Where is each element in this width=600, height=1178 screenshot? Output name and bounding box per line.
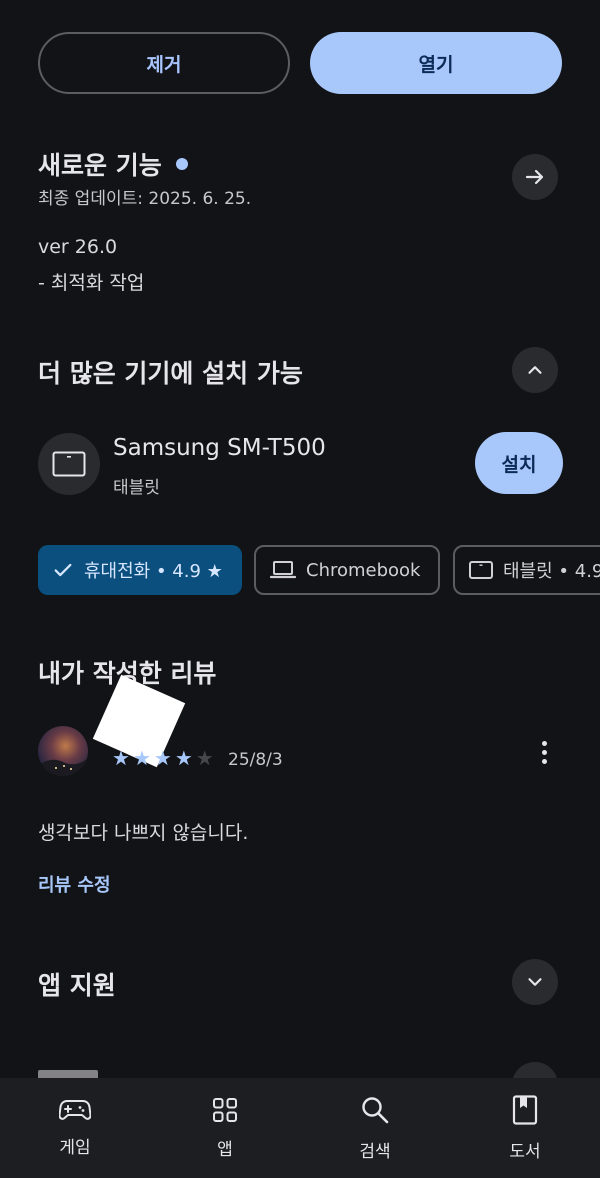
open-button[interactable]: 열기 — [310, 32, 562, 94]
whats-new-header: 새로운 기능 — [38, 146, 188, 182]
chip-chromebook[interactable]: Chromebook — [254, 545, 440, 595]
rating-stars: ★ ★ ★ ★ ★ — [112, 748, 214, 768]
more-vert-icon — [541, 740, 547, 764]
more-devices-title: 더 많은 기기에 설치 가능 — [38, 359, 303, 388]
nav-search[interactable]: 검색 — [300, 1078, 450, 1178]
device-name: Samsung SM-T500 — [113, 435, 326, 461]
new-indicator-dot — [175, 158, 188, 170]
star-icon: ★ — [132, 746, 151, 770]
apps-grid-icon — [213, 1097, 237, 1122]
nav-books[interactable]: 도서 — [450, 1078, 600, 1178]
chevron-up-icon — [528, 366, 542, 374]
chevron-down-icon — [528, 978, 542, 986]
search-icon — [362, 1096, 389, 1123]
edit-review-link[interactable]: 리뷰 수정 — [38, 871, 111, 897]
collapse-button[interactable] — [512, 347, 558, 393]
nav-games-label: 게임 — [59, 1137, 91, 1158]
chip-tablet[interactable]: 태블릿 • 4.9 — [453, 545, 600, 595]
install-button[interactable]: 설치 — [475, 432, 563, 494]
star-empty-icon: ★ — [195, 746, 214, 770]
last-updated: 최종 업데이트: 2025. 6. 25. — [38, 189, 252, 209]
app-support-title: 앱 지원 — [38, 971, 116, 1000]
device-icon-circle — [38, 433, 100, 495]
star-icon: ★ — [174, 746, 193, 770]
uninstall-button[interactable]: 제거 — [38, 32, 290, 94]
chip-phone[interactable]: 휴대전화 • 4.9 ★ — [38, 545, 242, 595]
nav-books-label: 도서 — [509, 1141, 541, 1162]
arrow-right-icon — [525, 169, 544, 185]
chip-phone-label: 휴대전화 • 4.9 ★ — [84, 561, 223, 582]
laptop-icon — [270, 561, 296, 579]
review-date: 25/8/3 — [228, 750, 283, 770]
more-options-button[interactable] — [527, 734, 561, 770]
device-type: 태블릿 — [113, 478, 160, 498]
nav-search-label: 검색 — [359, 1141, 391, 1162]
nav-games[interactable]: 게임 — [0, 1078, 150, 1178]
chip-chromebook-label: Chromebook — [306, 559, 421, 581]
book-icon — [512, 1094, 538, 1125]
review-text: 생각보다 나쁘지 않습니다. — [38, 822, 249, 844]
whats-new-title: 새로운 기능 — [38, 151, 162, 180]
avatar-image — [38, 758, 88, 776]
gamepad-icon — [59, 1099, 91, 1120]
check-icon — [54, 563, 72, 577]
expand-button[interactable] — [512, 959, 558, 1005]
star-icon: ★ — [153, 746, 172, 770]
tablet-icon — [469, 561, 493, 579]
star-icon: ★ — [112, 746, 130, 770]
avatar — [38, 726, 88, 776]
release-notes: - 최적화 작업 — [38, 272, 145, 294]
chip-tablet-label: 태블릿 • 4.9 — [503, 561, 600, 582]
nav-apps-label: 앱 — [217, 1139, 233, 1160]
version-text: ver 26.0 — [38, 236, 118, 258]
whats-new-arrow-button[interactable] — [512, 154, 558, 200]
nav-apps[interactable]: 앱 — [150, 1078, 300, 1178]
tablet-icon — [52, 451, 86, 477]
